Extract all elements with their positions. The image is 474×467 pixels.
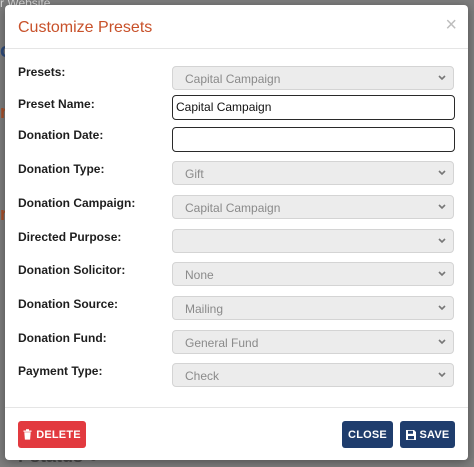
trash-icon [23, 429, 32, 440]
modal-title: Customize Presets [18, 19, 153, 36]
presets-label: Presets: [18, 65, 66, 79]
chevron-down-icon [438, 271, 446, 277]
save-button[interactable]: SAVE [400, 421, 455, 448]
floppy-disk-icon [405, 429, 416, 440]
modal-header: Customize Presets × [5, 5, 468, 49]
preset-name-label: Preset Name: [18, 97, 95, 111]
chevron-down-icon [438, 204, 446, 210]
donation-source-row: Donation Source: Mailing [5, 296, 468, 324]
donation-solicitor-row: Donation Solicitor: None [5, 262, 468, 290]
donation-type-label: Donation Type: [18, 162, 105, 176]
chevron-down-icon [438, 238, 446, 244]
presets-select[interactable]: Capital Campaign [172, 66, 454, 90]
chevron-down-icon [438, 372, 446, 378]
preset-name-row: Preset Name: Capital Campaign [5, 95, 468, 123]
delete-button-label: DELETE [36, 428, 81, 441]
donation-type-select-value: Gift [185, 167, 204, 181]
donation-solicitor-label: Donation Solicitor: [18, 263, 126, 277]
donation-fund-row: Donation Fund: General Fund [5, 330, 468, 358]
modal-footer: DELETE CLOSE SAVE [5, 407, 468, 460]
close-button[interactable]: CLOSE [342, 421, 393, 448]
donation-date-input[interactable] [172, 127, 455, 152]
donation-campaign-label: Donation Campaign: [18, 196, 136, 210]
donation-fund-select-value: General Fund [185, 336, 259, 350]
presets-select-value: Capital Campaign [185, 72, 281, 86]
chevron-down-icon [438, 75, 446, 81]
donation-date-label: Donation Date: [18, 128, 104, 142]
chevron-down-icon [438, 305, 446, 311]
close-icon[interactable]: × [445, 15, 457, 35]
directed-purpose-select[interactable] [172, 229, 454, 253]
donation-type-select[interactable]: Gift [172, 161, 454, 185]
presets-row: Presets: Capital Campaign [5, 65, 468, 94]
donation-solicitor-select[interactable]: None [172, 262, 454, 286]
chevron-down-icon [438, 170, 446, 176]
donation-source-label: Donation Source: [18, 297, 119, 311]
delete-button[interactable]: DELETE [18, 421, 86, 448]
donation-campaign-select[interactable]: Capital Campaign [172, 195, 454, 219]
chevron-down-icon [438, 339, 446, 345]
save-button-label: SAVE [419, 428, 450, 441]
payment-type-label: Payment Type: [18, 364, 103, 378]
donation-campaign-select-value: Capital Campaign [185, 201, 281, 215]
payment-type-select[interactable]: Check [172, 363, 454, 387]
donation-source-select[interactable]: Mailing [172, 296, 454, 320]
donation-fund-label: Donation Fund: [18, 331, 107, 345]
donation-type-row: Donation Type: Gift [5, 161, 468, 189]
preset-name-input-value: Capital Campaign [176, 100, 272, 114]
close-button-label: CLOSE [348, 428, 387, 441]
directed-purpose-label: Directed Purpose: [18, 230, 122, 244]
customize-presets-modal: Customize Presets × Presets: Capital Cam… [5, 5, 468, 460]
donation-solicitor-select-value: None [185, 268, 214, 282]
preset-name-input[interactable]: Capital Campaign [172, 95, 455, 120]
donation-source-select-value: Mailing [185, 302, 224, 316]
donation-fund-select[interactable]: General Fund [172, 330, 454, 354]
donation-campaign-row: Donation Campaign: Capital Campaign [5, 195, 468, 223]
payment-type-select-value: Check [185, 369, 220, 383]
donation-date-row: Donation Date: [5, 127, 468, 155]
payment-type-row: Payment Type: Check [5, 363, 468, 391]
directed-purpose-row: Directed Purpose: [5, 229, 468, 257]
